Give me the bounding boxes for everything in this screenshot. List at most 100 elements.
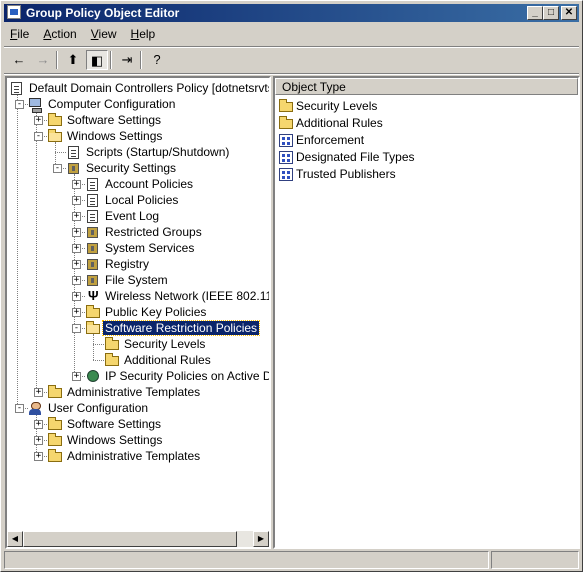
expand-icon[interactable]: + bbox=[72, 244, 81, 253]
tree-node-label[interactable]: Windows Settings bbox=[65, 129, 164, 143]
expand-icon[interactable]: + bbox=[72, 212, 81, 221]
scroll-left-button[interactable]: ◀ bbox=[7, 531, 23, 547]
title-bar[interactable]: Group Policy Object Editor _ □ ✕ bbox=[4, 4, 579, 22]
tree-node-label[interactable]: User Configuration bbox=[46, 401, 150, 415]
tree-node-label[interactable]: Public Key Policies bbox=[103, 305, 208, 319]
expand-icon[interactable]: + bbox=[72, 228, 81, 237]
tree-node-label[interactable]: Computer Configuration bbox=[46, 97, 177, 111]
expand-icon[interactable]: + bbox=[34, 116, 43, 125]
tree-node[interactable]: + Administrative Templates bbox=[7, 448, 269, 464]
help-button[interactable]: ? bbox=[146, 50, 168, 70]
list-item[interactable]: Security Levels bbox=[278, 98, 568, 114]
tree-node-label[interactable]: Additional Rules bbox=[122, 353, 213, 367]
collapse-icon[interactable]: - bbox=[15, 100, 24, 109]
tree-node-label[interactable]: Windows Settings bbox=[65, 433, 164, 447]
security-icon bbox=[66, 161, 82, 175]
tree-node[interactable]: Security Levels bbox=[7, 336, 269, 352]
minimize-button[interactable]: _ bbox=[527, 6, 543, 20]
tree-node[interactable]: - Security Settings bbox=[7, 160, 269, 176]
list-item[interactable]: Enforcement bbox=[278, 132, 568, 148]
tree-node[interactable]: + Software Settings bbox=[7, 112, 269, 128]
list-item[interactable]: Additional Rules bbox=[278, 115, 568, 131]
tree-horizontal-scrollbar[interactable]: ◀ ▶ bbox=[7, 531, 269, 547]
tree-node-label[interactable]: Registry bbox=[103, 257, 151, 271]
collapse-icon[interactable]: - bbox=[72, 324, 81, 333]
scroll-right-button[interactable]: ▶ bbox=[253, 531, 269, 547]
tree-node[interactable]: + IP Security Policies on Active Direc bbox=[7, 368, 269, 384]
toolbar-separator bbox=[4, 73, 579, 75]
list-item[interactable]: Trusted Publishers bbox=[278, 166, 568, 182]
tree-node-label[interactable]: Administrative Templates bbox=[65, 449, 202, 463]
tree-node-label[interactable]: Account Policies bbox=[103, 177, 195, 191]
expand-icon[interactable]: + bbox=[72, 180, 81, 189]
up-one-level-button[interactable]: ⬆ bbox=[62, 50, 84, 70]
collapse-icon[interactable]: - bbox=[34, 132, 43, 141]
maximize-button[interactable]: □ bbox=[543, 6, 559, 20]
tree-node-label[interactable]: Event Log bbox=[103, 209, 161, 223]
tree-node-label[interactable]: Software Settings bbox=[65, 417, 163, 431]
tree-node[interactable]: + Ψ Wireless Network (IEEE 802.11) Po bbox=[7, 288, 269, 304]
tree-node[interactable]: + Administrative Templates bbox=[7, 384, 269, 400]
menu-view[interactable]: View bbox=[85, 25, 123, 43]
console-tree[interactable]: Default Domain Controllers Policy [dotne… bbox=[5, 76, 271, 549]
tree-node-label[interactable]: Software Restriction Policies bbox=[101, 320, 261, 336]
menu-file[interactable]: File bbox=[4, 25, 35, 43]
export-list-button[interactable]: ⇥ bbox=[116, 50, 138, 70]
menu-help[interactable]: Help bbox=[125, 25, 162, 43]
tree-node[interactable]: Default Domain Controllers Policy [dotne… bbox=[7, 80, 269, 96]
expand-icon[interactable]: + bbox=[72, 196, 81, 205]
tree-node[interactable]: + Local Policies bbox=[7, 192, 269, 208]
scroll-thumb[interactable] bbox=[23, 531, 237, 547]
tree-node[interactable]: + Restricted Groups bbox=[7, 224, 269, 240]
tree-node[interactable]: + Software Settings bbox=[7, 416, 269, 432]
details-pane[interactable]: Object Type Security Levels Additional Ru… bbox=[273, 76, 580, 549]
close-button[interactable]: ✕ bbox=[561, 6, 577, 20]
expand-icon[interactable]: + bbox=[72, 308, 81, 317]
expand-icon[interactable]: + bbox=[34, 388, 43, 397]
expand-icon[interactable]: + bbox=[72, 292, 81, 301]
tree-node[interactable]: + Public Key Policies bbox=[7, 304, 269, 320]
tree-node[interactable]: + Event Log bbox=[7, 208, 269, 224]
tree-node-label[interactable]: IP Security Policies on Active Direc bbox=[103, 369, 269, 383]
tree-node-label[interactable]: Default Domain Controllers Policy [dotne… bbox=[27, 81, 269, 95]
tree-node-label[interactable]: Local Policies bbox=[103, 193, 180, 207]
tree-node-label[interactable]: System Services bbox=[103, 241, 196, 255]
show-hide-tree-button[interactable]: ◧ bbox=[86, 50, 108, 70]
tree-node[interactable]: + System Services bbox=[7, 240, 269, 256]
sheet-shape bbox=[87, 194, 98, 207]
tree-node-label[interactable]: Administrative Templates bbox=[65, 385, 202, 399]
tree-node-label[interactable]: Security Settings bbox=[84, 161, 178, 175]
forward-button[interactable]: → bbox=[32, 50, 54, 70]
tree-node[interactable]: - Computer Configuration bbox=[7, 96, 269, 113]
tree-node[interactable]: Scripts (Startup/Shutdown) bbox=[7, 144, 269, 160]
tree-node-label[interactable]: Wireless Network (IEEE 802.11) Po bbox=[103, 289, 269, 303]
tree-node-label[interactable]: Restricted Groups bbox=[103, 225, 204, 239]
tree-node[interactable]: + Registry bbox=[7, 256, 269, 272]
tree-node[interactable]: - Software Restriction Policies bbox=[7, 320, 269, 336]
column-header-object-type[interactable]: Object Type bbox=[275, 78, 578, 95]
tree-node[interactable]: - User Configuration bbox=[7, 400, 269, 416]
back-button[interactable]: ← bbox=[8, 50, 30, 70]
list-item[interactable]: Designated File Types bbox=[278, 149, 568, 165]
menu-action[interactable]: Action bbox=[37, 25, 82, 43]
collapse-icon[interactable]: - bbox=[53, 164, 62, 173]
tree-node[interactable]: - Windows Settings bbox=[7, 128, 269, 144]
folder-icon bbox=[104, 353, 120, 367]
tree-node-label[interactable]: Security Levels bbox=[122, 337, 207, 351]
tree-node[interactable]: + File System bbox=[7, 272, 269, 288]
tree-node-label[interactable]: File System bbox=[103, 273, 170, 287]
expand-icon[interactable]: + bbox=[72, 260, 81, 269]
expand-icon[interactable]: + bbox=[34, 452, 43, 461]
expand-icon[interactable]: + bbox=[34, 436, 43, 445]
tree-node[interactable]: + Account Policies bbox=[7, 176, 269, 192]
toolbar-divider bbox=[110, 51, 112, 69]
collapse-icon[interactable]: - bbox=[15, 404, 24, 413]
app-icon[interactable] bbox=[7, 5, 21, 19]
expand-icon[interactable]: + bbox=[72, 372, 81, 381]
expand-icon[interactable]: + bbox=[34, 420, 43, 429]
tree-node-label[interactable]: Software Settings bbox=[65, 113, 163, 127]
tree-node-label[interactable]: Scripts (Startup/Shutdown) bbox=[84, 145, 231, 159]
tree-node[interactable]: + Windows Settings bbox=[7, 432, 269, 448]
tree-node[interactable]: Additional Rules bbox=[7, 352, 269, 368]
expand-icon[interactable]: + bbox=[72, 276, 81, 285]
